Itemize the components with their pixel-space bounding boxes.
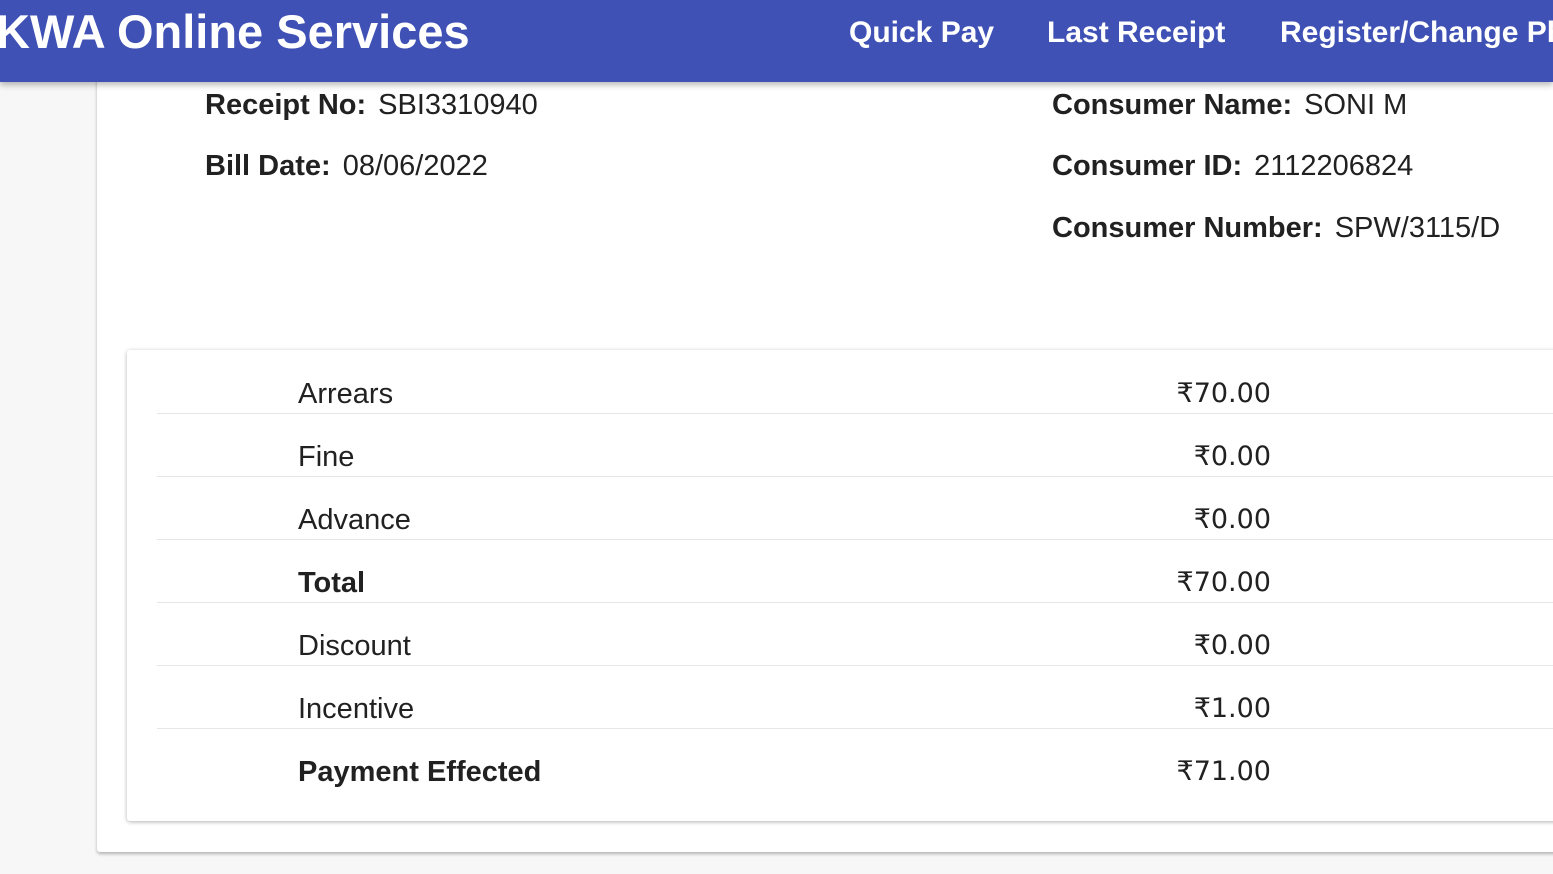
summary-amount: ₹0.00 [1193, 630, 1271, 661]
consumer-number-field: Consumer Number: SPW/3115/D [1052, 210, 1500, 246]
nav-last-receipt[interactable]: Last Receipt [1047, 14, 1225, 52]
summary-row-fine: Fine ₹0.00 [157, 413, 1553, 477]
consumer-number-label: Consumer Number: [1052, 212, 1323, 244]
bill-date-value: 08/06/2022 [342, 150, 488, 182]
consumer-name-label: Consumer Name: [1052, 89, 1293, 121]
consumer-name-value: SONI M [1304, 89, 1408, 121]
summary-amount: ₹71.00 [1176, 756, 1271, 787]
summary-label: Arrears [298, 378, 394, 410]
summary-amount: ₹1.00 [1193, 693, 1271, 724]
consumer-id-field: Consumer ID: 2112206824 [1052, 148, 1413, 184]
summary-label: Total [298, 567, 366, 599]
summary-label: Incentive [298, 693, 415, 725]
receipt-number-label: Receipt No: [205, 89, 367, 121]
summary-row-payment-effected: Payment Effected ₹71.00 [157, 728, 1553, 791]
summary-label: Discount [298, 630, 411, 662]
summary-amount: ₹0.00 [1193, 504, 1271, 535]
bill-date-label: Bill Date: [205, 150, 331, 182]
consumer-name-field: Consumer Name: SONI M [1052, 87, 1407, 123]
receipt-number-value: SBI3310940 [378, 89, 538, 121]
consumer-number-value: SPW/3115/D [1334, 212, 1501, 244]
consumer-id-label: Consumer ID: [1052, 150, 1243, 182]
summary-amount: ₹70.00 [1176, 567, 1271, 598]
summary-amount: ₹0.00 [1193, 441, 1271, 472]
bill-date-field: Bill Date: 08/06/2022 [205, 148, 488, 184]
summary-row-advance: Advance ₹0.00 [157, 476, 1553, 540]
consumer-id-value: 2112206824 [1254, 150, 1414, 182]
receipt-number-field: Receipt No: SBI3310940 [205, 87, 538, 123]
nav-quick-pay[interactable]: Quick Pay [849, 14, 994, 52]
app-title[interactable]: KWA Online Services [0, 4, 470, 60]
summary-label: Fine [298, 441, 355, 473]
summary-row-incentive: Incentive ₹1.00 [157, 665, 1553, 729]
summary-row-discount: Discount ₹0.00 [157, 602, 1553, 666]
summary-row-total: Total ₹70.00 [157, 539, 1553, 603]
summary-amount: ₹70.00 [1176, 378, 1271, 409]
summary-label: Advance [298, 504, 411, 536]
app-bar: KWA Online Services Quick Pay Last Recei… [0, 0, 1553, 82]
summary-row-arrears: Arrears ₹70.00 [157, 350, 1553, 414]
summary-label: Payment Effected [298, 756, 542, 788]
nav-register-change-phone[interactable]: Register/Change Ph [1280, 14, 1553, 52]
